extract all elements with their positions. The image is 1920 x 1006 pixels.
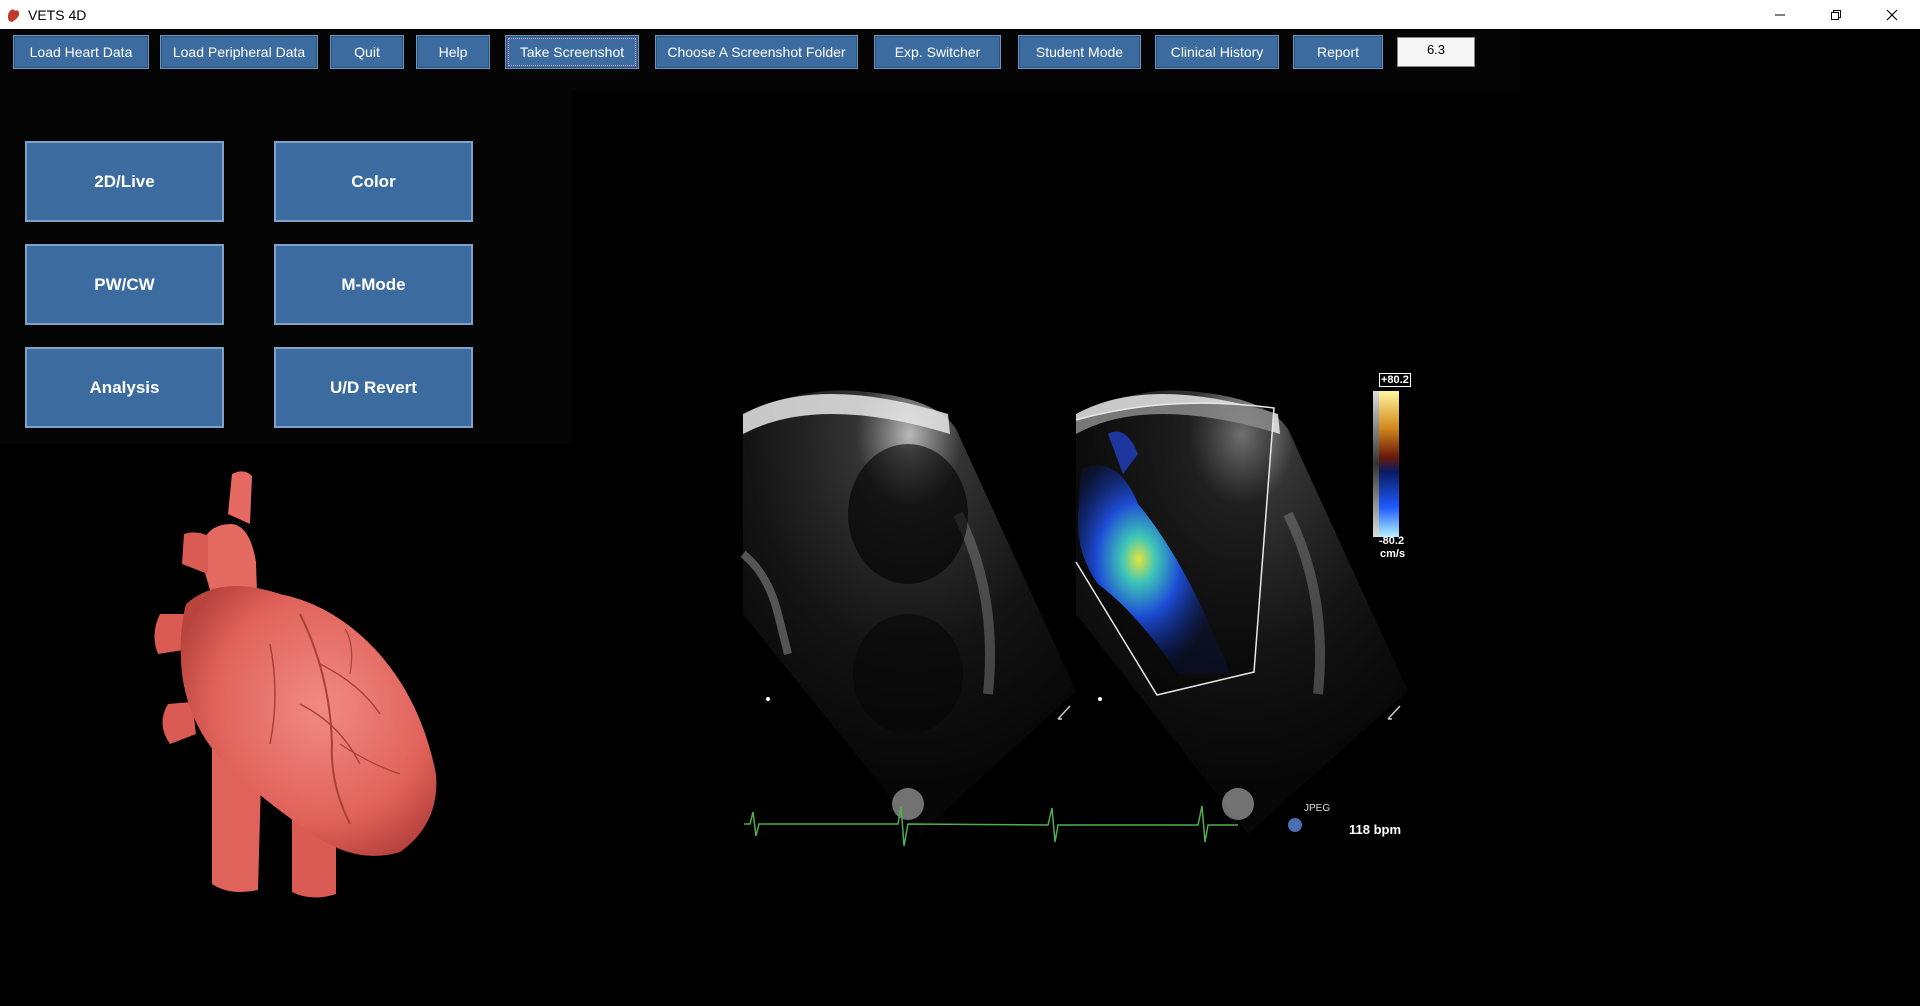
- minimize-icon: [1775, 14, 1785, 15]
- color-scale-unit: cm/s: [1380, 548, 1406, 560]
- close-button[interactable]: [1864, 0, 1920, 29]
- restore-icon: [1831, 9, 1841, 20]
- mode-panel: 2D/Live Color PW/CW M-Mode Analysis U/D …: [0, 91, 572, 469]
- choose-screenshot-folder-button[interactable]: Choose A Screenshot Folder: [655, 35, 858, 69]
- analysis-button[interactable]: Analysis: [25, 347, 224, 428]
- student-mode-button[interactable]: Student Mode: [1018, 35, 1141, 69]
- heart-3d-model[interactable]: [0, 444, 572, 1001]
- help-button[interactable]: Help: [416, 35, 490, 69]
- take-screenshot-button[interactable]: Take Screenshot: [505, 35, 639, 69]
- title-bar: VETS 4D: [0, 0, 1920, 29]
- heart-rate-label: 118 bpm: [1349, 822, 1402, 837]
- ud-revert-button[interactable]: U/D Revert: [274, 347, 473, 428]
- exp-switcher-button[interactable]: Exp. Switcher: [874, 35, 1001, 69]
- heart-model-panel: [0, 444, 572, 1001]
- color-scale-min: -80.2: [1379, 535, 1405, 547]
- load-peripheral-data-button[interactable]: Load Peripheral Data: [160, 35, 318, 69]
- pw-cw-button[interactable]: PW/CW: [25, 244, 224, 325]
- restore-button[interactable]: [1808, 0, 1864, 29]
- app-body: Load Heart Data Load Peripheral Data Qui…: [0, 29, 1920, 1001]
- version-field[interactable]: 6.3: [1397, 37, 1475, 67]
- jpeg-label: JPEG: [1304, 803, 1331, 814]
- m-mode-button[interactable]: M-Mode: [274, 244, 473, 325]
- quit-button[interactable]: Quit: [330, 35, 404, 69]
- 2d-live-button[interactable]: 2D/Live: [25, 141, 224, 222]
- clinical-history-button[interactable]: Clinical History: [1155, 35, 1279, 69]
- load-heart-data-button[interactable]: Load Heart Data: [13, 35, 149, 69]
- window-title: VETS 4D: [28, 6, 87, 23]
- report-button[interactable]: Report: [1293, 35, 1383, 69]
- toolbar: Load Heart Data Load Peripheral Data Qui…: [0, 29, 1520, 91]
- echo-viewer[interactable]: +80.2 -80.2 cm/s JPEG 118 bpm: [578, 94, 1521, 1001]
- color-button[interactable]: Color: [274, 141, 473, 222]
- close-icon: [1886, 9, 1898, 20]
- color-scale-max: +80.2: [1379, 373, 1411, 387]
- minimize-button[interactable]: [1752, 0, 1808, 29]
- app-heart-icon: [7, 8, 20, 22]
